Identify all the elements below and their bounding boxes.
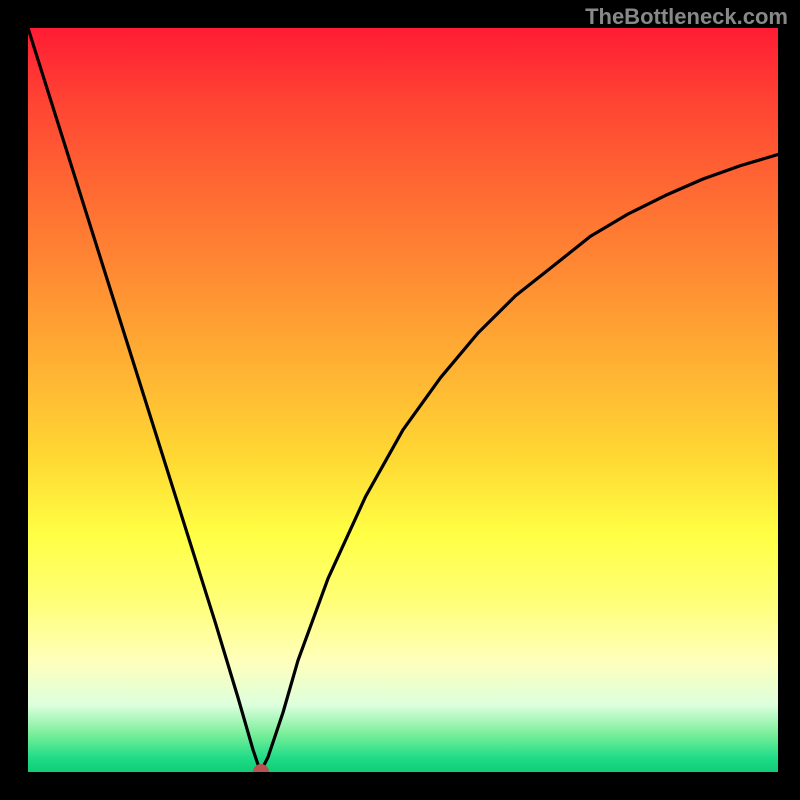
gradient-background bbox=[28, 28, 778, 772]
watermark-text: TheBottleneck.com bbox=[585, 4, 788, 30]
plot-area bbox=[28, 28, 778, 772]
